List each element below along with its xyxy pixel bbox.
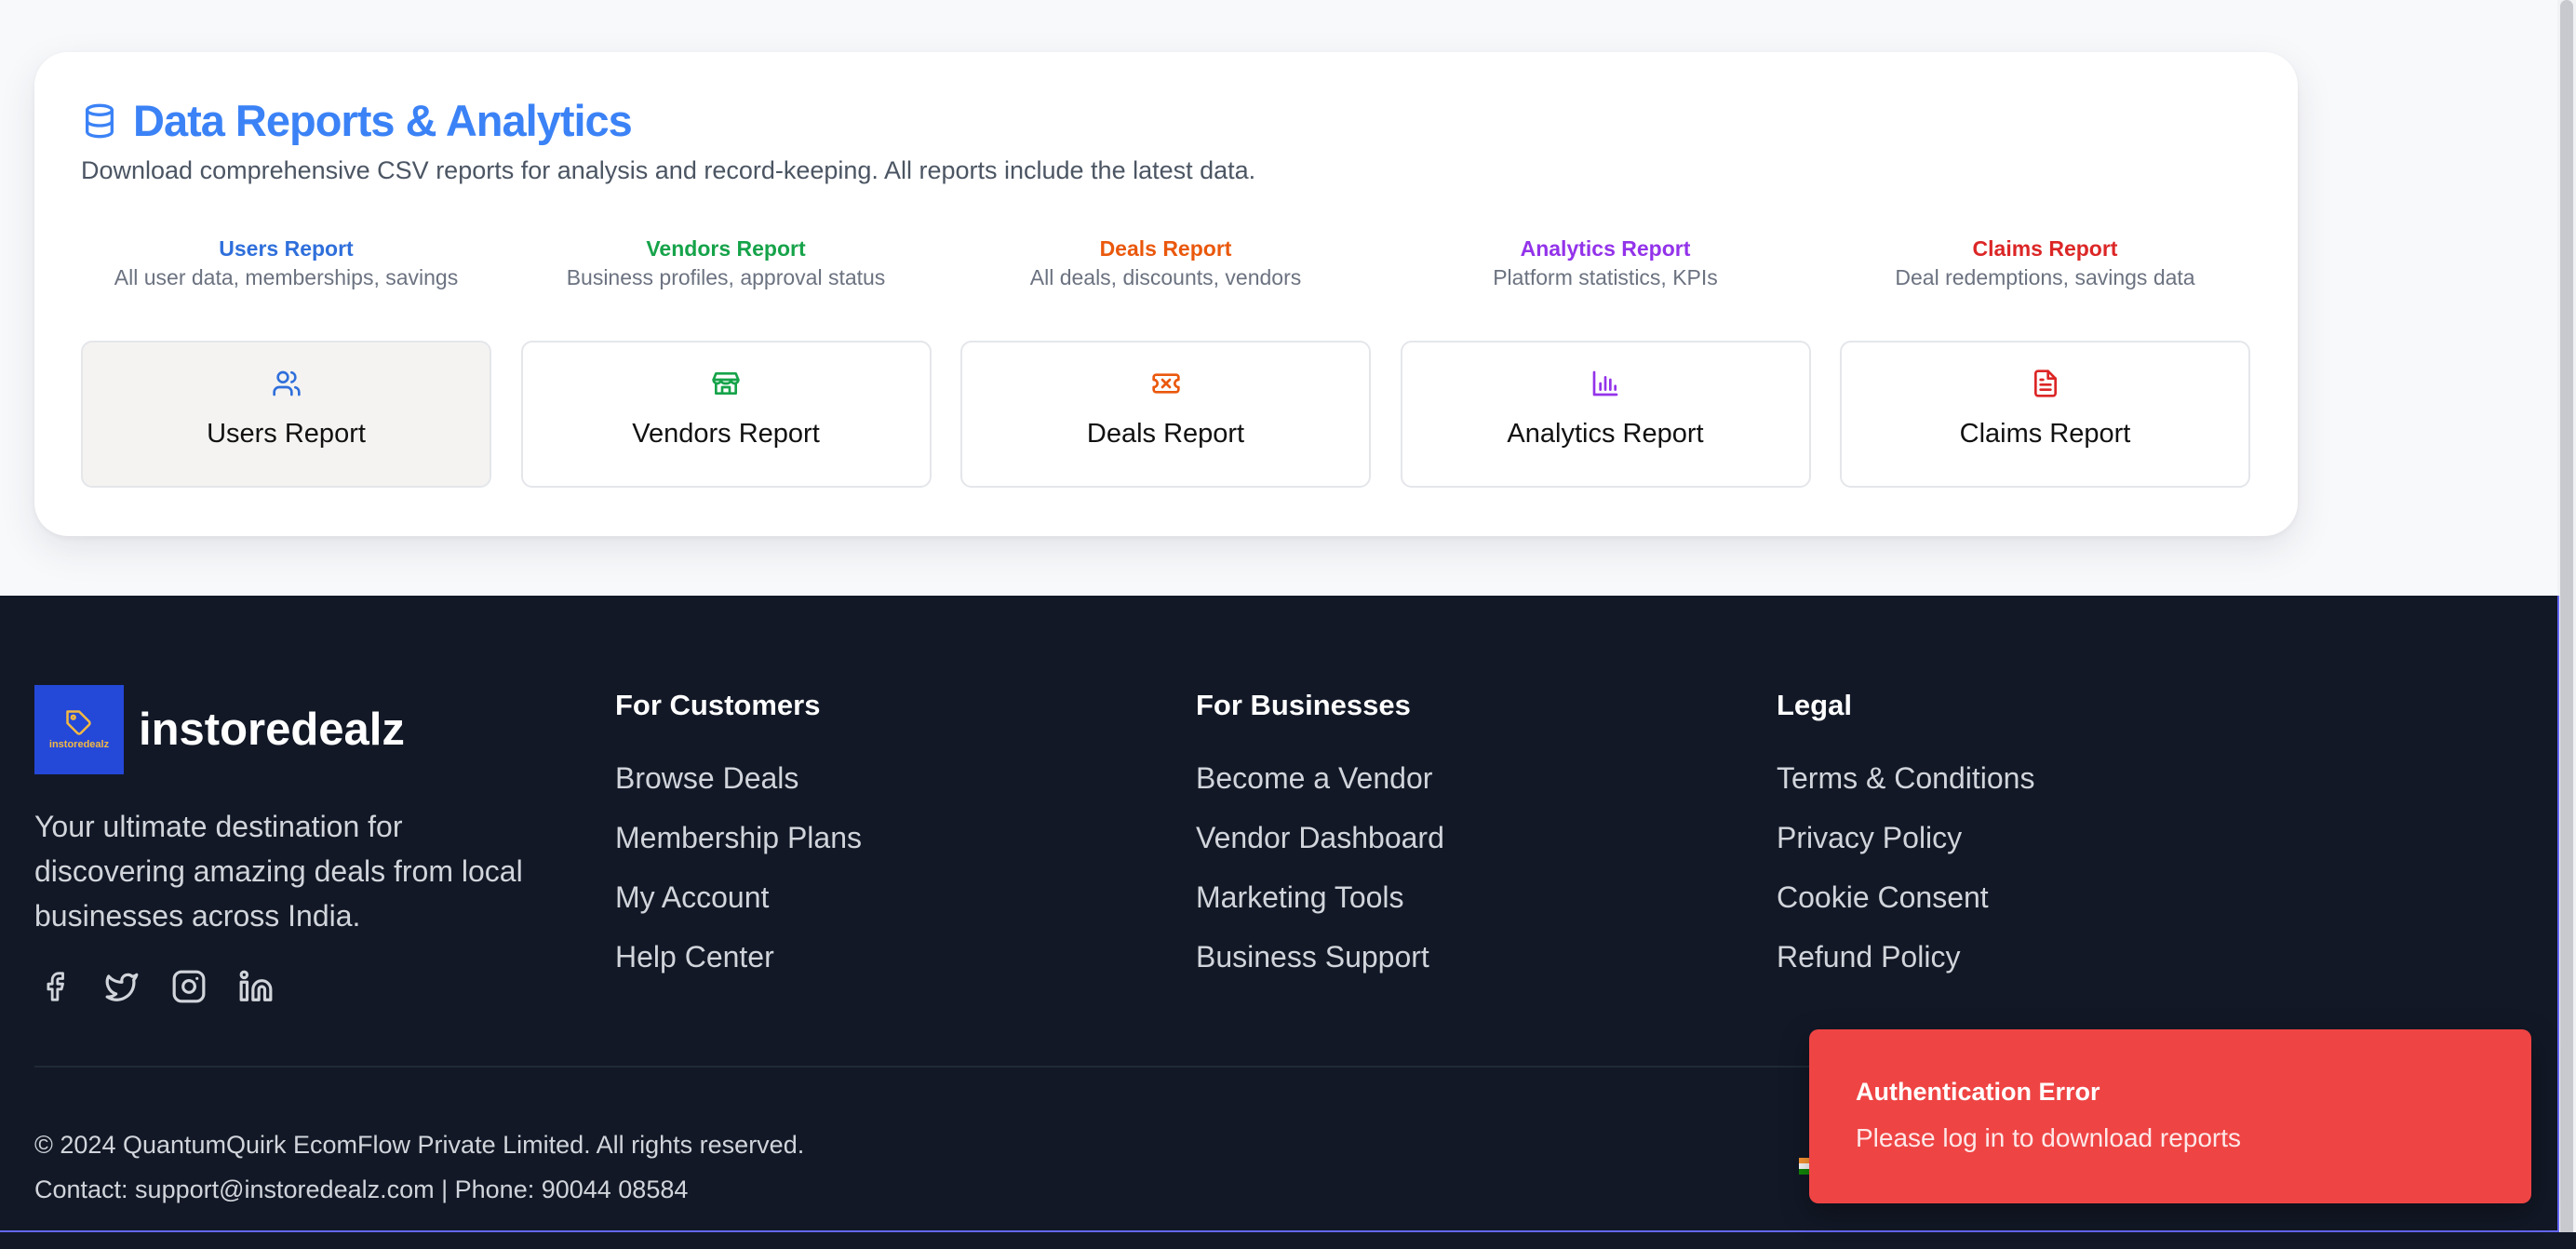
footer-column-businesses: For Businesses Become a Vendor Vendor Da… xyxy=(1196,687,1444,987)
report-info-description: Business profiles, approval status xyxy=(566,265,886,289)
footer-link[interactable]: Membership Plans xyxy=(615,808,862,867)
footer-link[interactable]: Browse Deals xyxy=(615,748,862,808)
footer-links: Terms & Conditions Privacy Policy Cookie… xyxy=(1777,748,2034,987)
footer-column-legal: Legal Terms & Conditions Privacy Policy … xyxy=(1777,687,2034,987)
brand-logo: instoredealz xyxy=(34,685,124,774)
store-icon xyxy=(711,367,741,400)
report-info-title: Deals Report xyxy=(1099,236,1232,261)
claims-report-button[interactable]: Claims Report xyxy=(1840,341,2250,488)
reports-card: Data Reports & Analytics Download compre… xyxy=(34,52,2298,536)
facebook-icon[interactable] xyxy=(34,966,75,1007)
footer-column-title: For Customers xyxy=(615,689,821,721)
brand-name: instoredealz xyxy=(139,705,405,755)
instagram-icon[interactable] xyxy=(168,966,209,1007)
report-info-title: Users Report xyxy=(219,236,354,261)
report-info-description: Deal redemptions, savings data xyxy=(1895,265,2195,289)
footer-link[interactable]: Vendor Dashboard xyxy=(1196,808,1444,867)
button-label: Vendors Report xyxy=(632,419,820,449)
brand-logo-text: instoredealz xyxy=(48,739,110,750)
footer-column-title: For Businesses xyxy=(1196,689,1411,721)
brand-tagline: Your ultimate destination for discoverin… xyxy=(34,810,523,933)
button-label: Analytics Report xyxy=(1507,419,1704,449)
analytics-report-button[interactable]: Analytics Report xyxy=(1400,341,1811,488)
page-subtitle: Download comprehensive CSV reports for a… xyxy=(81,156,1256,184)
users-report-button[interactable]: Users Report xyxy=(81,341,491,488)
ticket-icon xyxy=(1151,367,1181,400)
brand[interactable]: instoredealz instoredealz xyxy=(34,685,405,774)
button-label: Claims Report xyxy=(1959,419,2131,449)
footer-links: Browse Deals Membership Plans My Account… xyxy=(615,748,862,987)
vendors-report-button[interactable]: Vendors Report xyxy=(520,341,932,488)
button-label: Deals Report xyxy=(1086,419,1245,449)
deals-report-button[interactable]: Deals Report xyxy=(960,341,1371,488)
report-info-title: Analytics Report xyxy=(1520,236,1691,261)
bar-chart-icon xyxy=(1590,367,1620,400)
footer-link[interactable]: Terms & Conditions xyxy=(1777,748,2034,808)
file-text-icon xyxy=(2031,367,2060,400)
twitter-icon[interactable] xyxy=(101,966,142,1007)
footer-column-customers: For Customers Browse Deals Membership Pl… xyxy=(615,687,862,987)
toast-title: Authentication Error xyxy=(1856,1078,2100,1106)
footer-column-title: Legal xyxy=(1777,689,1852,721)
button-label: Users Report xyxy=(207,419,366,449)
report-info-deals: Deals Report All deals, discounts, vendo… xyxy=(960,235,1371,293)
report-buttons: Users Report Vendors Report Deals Report… xyxy=(81,341,2250,488)
copyright-text: © 2024 QuantumQuirk EcomFlow Private Lim… xyxy=(34,1131,805,1159)
linkedin-icon[interactable] xyxy=(235,966,276,1007)
contact-text: Contact: support@instoredealz.com | Phon… xyxy=(34,1175,689,1203)
footer-link[interactable]: Marketing Tools xyxy=(1196,867,1444,927)
footer-link[interactable]: My Account xyxy=(615,867,862,927)
report-info-vendors: Vendors Report Business profiles, approv… xyxy=(521,235,932,293)
report-info-title: Claims Report xyxy=(1972,236,2118,261)
footer-link[interactable]: Refund Policy xyxy=(1777,927,2034,987)
footer-link[interactable]: Privacy Policy xyxy=(1777,808,2034,867)
report-info-users: Users Report All user data, memberships,… xyxy=(81,235,491,293)
toast-message: Please log in to download reports xyxy=(1856,1123,2242,1152)
footer-bottom-strip xyxy=(0,1232,2576,1249)
footer-copyright: © 2024 QuantumQuirk EcomFlow Private Lim… xyxy=(34,1122,804,1212)
footer-link[interactable]: Help Center xyxy=(615,927,862,987)
reports-header: Data Reports & Analytics xyxy=(81,95,633,146)
footer-link[interactable]: Business Support xyxy=(1196,927,1444,987)
report-info-claims: Claims Report Deal redemptions, savings … xyxy=(1840,235,2250,293)
page-title: Data Reports & Analytics xyxy=(133,96,633,145)
error-toast[interactable]: Authentication Error Please log in to do… xyxy=(1809,1029,2531,1203)
scrollbar-thumb[interactable] xyxy=(2560,0,2573,1249)
report-info-description: All user data, memberships, savings xyxy=(114,265,459,289)
users-icon xyxy=(272,367,302,400)
report-info-analytics: Analytics Report Platform statistics, KP… xyxy=(1401,235,1811,293)
report-descriptions: Users Report All user data, memberships,… xyxy=(81,235,2250,293)
footer-link[interactable]: Cookie Consent xyxy=(1777,867,2034,927)
report-info-description: Platform statistics, KPIs xyxy=(1493,265,1718,289)
database-icon xyxy=(81,102,118,140)
social-links xyxy=(34,966,276,1007)
tag-icon xyxy=(66,710,91,735)
footer-link[interactable]: Become a Vendor xyxy=(1196,748,1444,808)
report-info-title: Vendors Report xyxy=(646,236,806,261)
footer-links: Become a Vendor Vendor Dashboard Marketi… xyxy=(1196,748,1444,987)
report-info-description: All deals, discounts, vendors xyxy=(1029,265,1302,289)
